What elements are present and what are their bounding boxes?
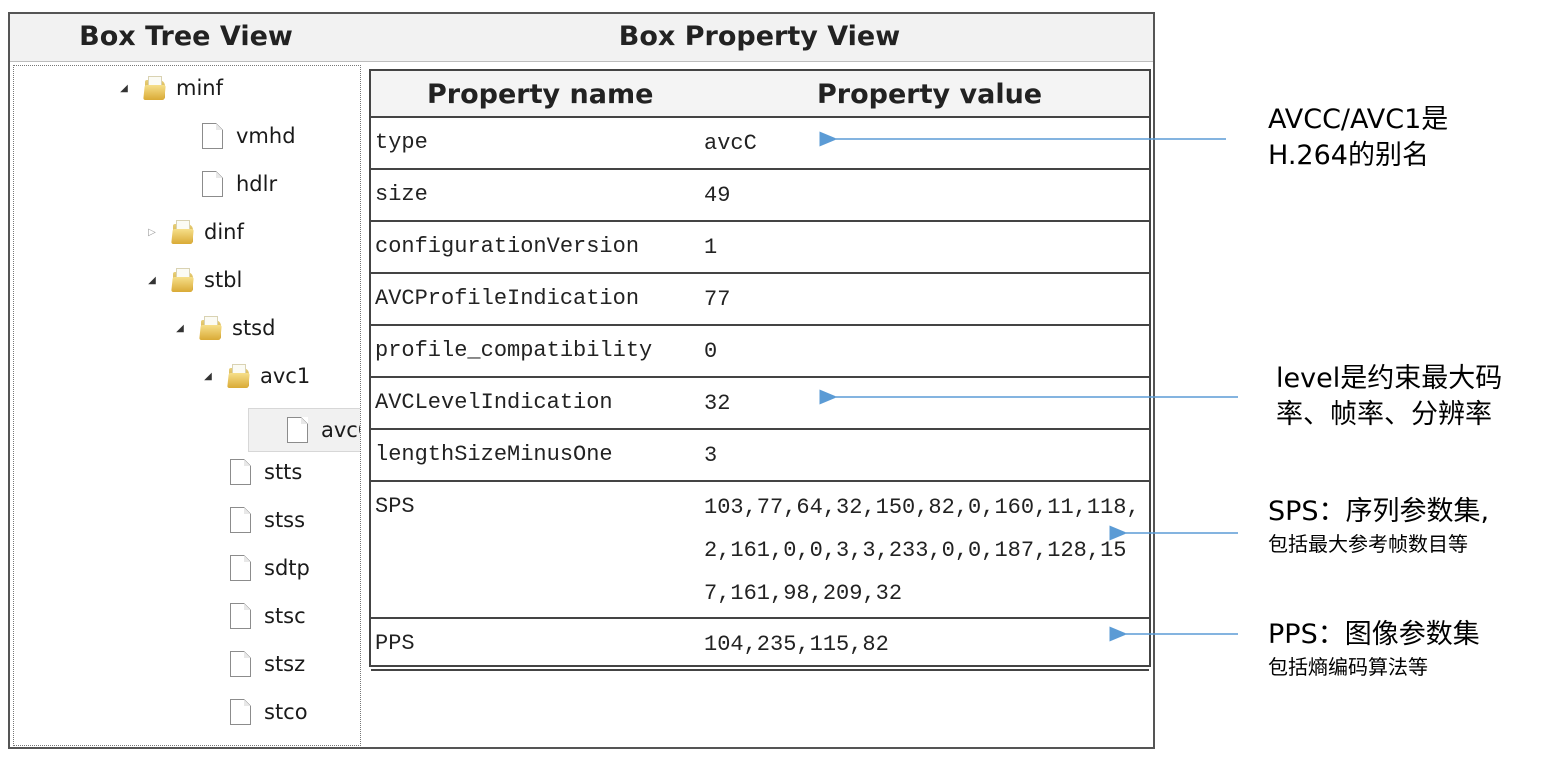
annotation-sps-meaning: SPS：序列参数集, 包括最大参考帧数目等: [1268, 494, 1489, 558]
annotation-line: H.264的别名: [1268, 140, 1429, 171]
annotation-subline: 包括最大参考帧数目等: [1268, 532, 1468, 556]
annotation-avcc-alias: AVCC/AVC1是 H.264的别名: [1268, 102, 1448, 174]
annotation-subline: 包括熵编码算法等: [1268, 655, 1428, 679]
annotation-level-meaning: level是约束最大码 率、帧率、分辨率: [1276, 361, 1502, 433]
annotation-pps-meaning: PPS：图像参数集 包括熵编码算法等: [1268, 617, 1480, 681]
annotation-line: SPS：序列参数集,: [1268, 496, 1490, 527]
annotation-line: PPS：图像参数集: [1268, 619, 1480, 650]
annotation-line: AVCC/AVC1是: [1268, 104, 1449, 135]
annotation-line: 率、帧率、分辨率: [1276, 399, 1492, 430]
annotation-line: level是约束最大码: [1276, 363, 1503, 394]
